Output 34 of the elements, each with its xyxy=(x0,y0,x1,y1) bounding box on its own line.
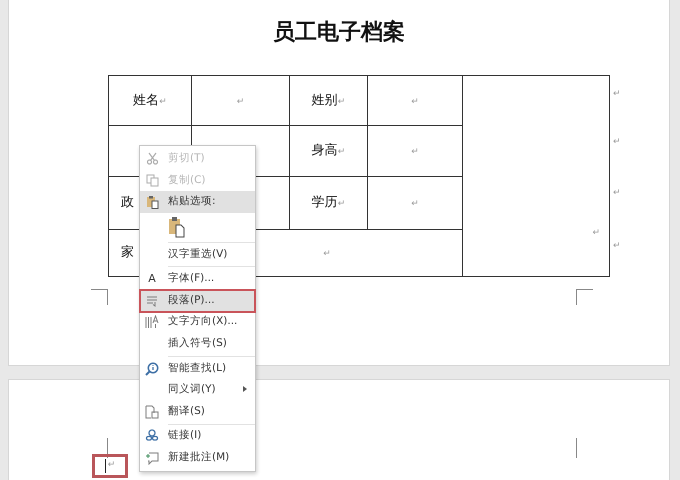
menu-item[interactable]: 链接(I) xyxy=(140,426,255,448)
scissors-icon xyxy=(146,152,158,166)
text-direction-icon xyxy=(145,315,159,330)
menu-item[interactable]: 段落(P)... xyxy=(140,290,255,312)
corner-mark xyxy=(91,289,108,305)
menu-item[interactable]: 新建批注(M) xyxy=(140,447,255,469)
paragraph-mark: ↵ xyxy=(104,459,116,473)
table-cell: 姓别↵ xyxy=(290,76,368,126)
table-cell: 姓名↵ xyxy=(108,76,192,126)
paragraph-mark: ↵ xyxy=(613,241,621,251)
link-icon xyxy=(145,429,159,444)
paragraph-icon xyxy=(146,294,158,307)
clipboard-icon xyxy=(146,194,158,209)
paste-option-button[interactable] xyxy=(168,216,185,238)
menu-item[interactable]: 翻译(S) xyxy=(140,400,255,423)
corner-mark xyxy=(576,289,593,305)
menu-item[interactable]: 插入符号(S) xyxy=(140,333,255,355)
comment-icon xyxy=(145,450,159,465)
menu-item[interactable]: 文字方向(X)... xyxy=(140,312,255,334)
table-cell: ↵ xyxy=(192,76,290,126)
paragraph-mark: ↵ xyxy=(613,188,621,198)
table-cell: 学历↵ xyxy=(290,176,368,230)
paragraph-mark: ↵ xyxy=(613,137,621,147)
table-cell: 身高↵ xyxy=(290,126,368,176)
document-title: 员工电子档案 xyxy=(273,18,405,47)
table-cell: ↵ xyxy=(368,76,462,126)
search-icon xyxy=(145,362,159,376)
translate-icon xyxy=(145,404,159,419)
paragraph-mark: ↵ xyxy=(613,89,621,99)
copy-icon xyxy=(146,174,158,187)
menu-header: 粘贴选项: xyxy=(140,191,255,213)
photo-cell: ↵ xyxy=(462,76,610,276)
menu-item[interactable]: 智能查找(L) xyxy=(140,358,255,380)
menu-item[interactable]: 同义词(Y) xyxy=(140,379,255,401)
